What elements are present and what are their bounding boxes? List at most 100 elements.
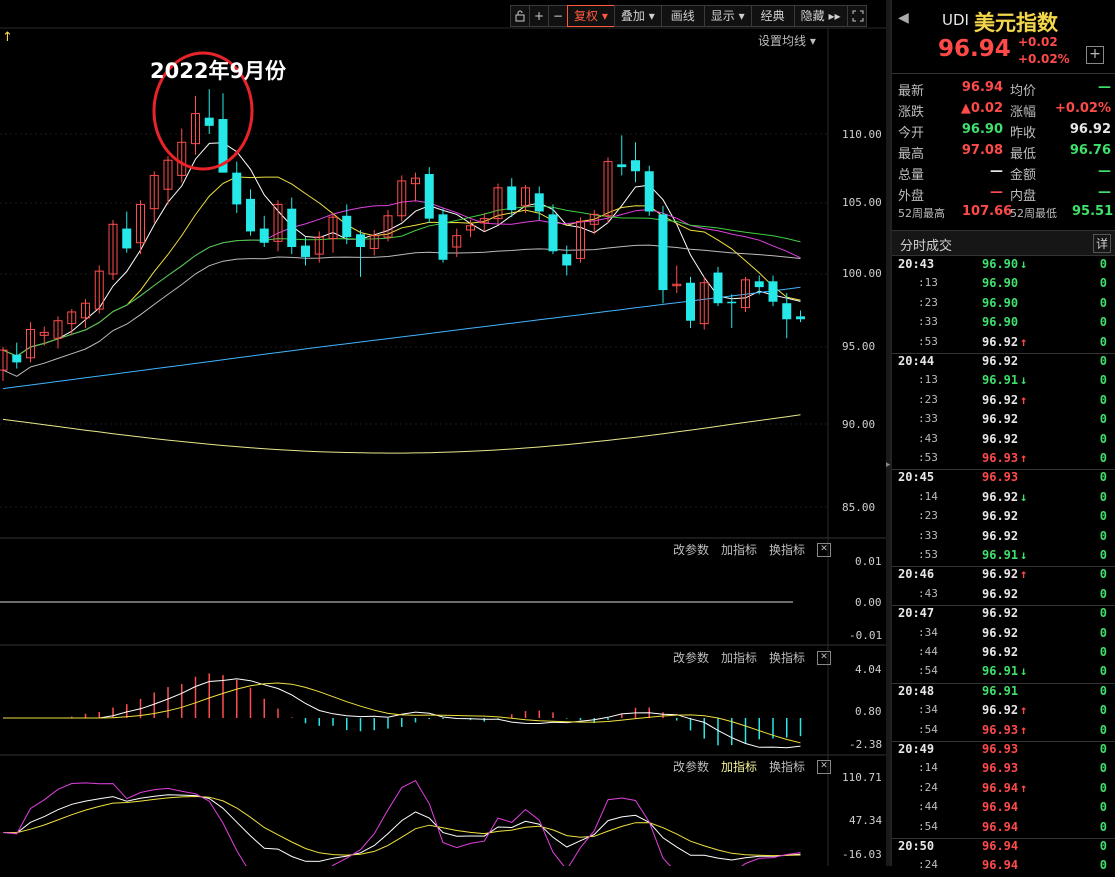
candle-body-down: [658, 214, 668, 291]
tick-volume: 0: [1099, 354, 1107, 368]
tick-volume: 0: [1099, 257, 1107, 271]
tick-price: 96.94: [982, 800, 1019, 815]
tick-time: :13: [918, 373, 938, 387]
overlay-dropdown[interactable]: 叠加 ▾: [613, 5, 662, 27]
ticks-detail-button[interactable]: 详: [1092, 234, 1111, 253]
tick-volume: 0: [1099, 722, 1107, 737]
stat-value: —: [1098, 164, 1111, 179]
tick-price: 96.90: [982, 295, 1019, 310]
tick-time: :23: [918, 295, 938, 309]
panel2-close-icon[interactable]: ✕: [817, 650, 832, 665]
display-dropdown[interactable]: 显示 ▾: [703, 5, 752, 27]
tick-time: 20:46: [898, 567, 935, 582]
tick-row: :34 96.92 ↑ 0: [892, 703, 1115, 722]
tick-price: 96.93: [982, 722, 1019, 737]
draw-line-button[interactable]: 画线: [660, 5, 705, 27]
candle-body-down: [796, 316, 805, 320]
zoom-out-button[interactable]: −: [548, 5, 568, 27]
stat-value: 96.94: [961, 80, 1003, 95]
tick-row: 20:50 96.94 0: [892, 838, 1115, 858]
tick-time: :54: [918, 664, 938, 678]
tick-row: 20:46 96.92 ↑ 0: [892, 566, 1115, 586]
panel2-change-params[interactable]: 改参数: [673, 649, 709, 666]
stat-label: 最高: [898, 147, 925, 162]
main-chart-svg: [0, 27, 888, 866]
panel1-add-indicator[interactable]: 加指标: [721, 541, 757, 558]
prev-symbol-icon[interactable]: ◀: [898, 10, 909, 26]
overlay-label: 叠加: [620, 9, 645, 23]
up-arrow-icon: ↑: [1020, 451, 1028, 465]
candle-body-down: [342, 215, 352, 238]
stat-label: 金额: [1010, 168, 1037, 183]
panel3-add-indicator[interactable]: 加指标: [721, 758, 757, 775]
tick-row: :53 96.93 ↑ 0: [892, 451, 1115, 470]
tick-time: :34: [918, 625, 938, 639]
candle-body-down: [259, 228, 269, 243]
tick-volume: 0: [1099, 392, 1107, 407]
tick-row: :23 96.90 0: [892, 296, 1115, 315]
panel3-switch-indicator[interactable]: 换指标: [769, 758, 805, 775]
expand-icon[interactable]: [846, 5, 867, 27]
tick-volume: 0: [1099, 334, 1107, 349]
panel2-add-indicator[interactable]: 加指标: [721, 649, 757, 666]
candle-body-down: [754, 281, 764, 288]
panel3-change-params[interactable]: 改参数: [673, 758, 709, 775]
tick-time: :43: [918, 586, 938, 600]
stat-value: —: [1098, 185, 1111, 200]
tick-row: 20:49 96.93 0: [892, 741, 1115, 761]
tick-price: 96.94: [982, 819, 1019, 834]
tick-volume: 0: [1099, 703, 1107, 718]
zoom-in-button[interactable]: +: [529, 5, 549, 27]
tick-volume: 0: [1099, 664, 1107, 679]
ticks-title: 分时成交: [900, 239, 953, 254]
tick-price: 96.92: [982, 334, 1019, 349]
down-arrow-icon: ↓: [1020, 548, 1028, 562]
panel3-close-icon[interactable]: ✕: [817, 759, 832, 774]
tick-time: :34: [918, 703, 938, 717]
ma120-line: [2, 286, 801, 390]
panel2-switch-indicator[interactable]: 换指标: [769, 649, 805, 666]
tick-price: 96.92: [982, 703, 1019, 718]
annotation-label: 2022年9月份: [150, 59, 287, 83]
classic-button[interactable]: 经典: [750, 5, 795, 27]
tick-row: 20:47 96.92 0: [892, 605, 1115, 625]
panel1-switch-indicator[interactable]: 换指标: [769, 541, 805, 558]
candle-body-down: [507, 186, 517, 211]
tick-time: 20:50: [898, 839, 935, 853]
tick-time: :54: [918, 819, 938, 833]
panel1-close-icon[interactable]: ✕: [817, 542, 832, 557]
tick-time: :43: [918, 431, 938, 445]
panel1-change-params[interactable]: 改参数: [673, 541, 709, 558]
stat-label: 均价: [1010, 84, 1037, 99]
lock-icon[interactable]: [510, 5, 530, 27]
tick-row: 20:45 96.93 0: [892, 469, 1115, 489]
tick-volume: 0: [1099, 683, 1107, 698]
stat-label: 昨收: [1010, 126, 1037, 141]
tick-volume: 0: [1099, 606, 1107, 621]
tick-row: :24 96.94 0: [892, 858, 1115, 877]
stat-label: 涨跌: [898, 105, 925, 120]
tick-price: 96.91: [982, 548, 1019, 562]
ma-settings-dropdown[interactable]: 设置均线 ▾: [758, 32, 816, 49]
hide-button[interactable]: 隐藏 ▸▸: [793, 5, 848, 27]
add-watchlist-button[interactable]: +: [1086, 46, 1104, 64]
ma20-line: [2, 200, 801, 357]
tick-row: :44 96.92 0: [892, 645, 1115, 664]
tick-price: 96.92: [982, 645, 1019, 659]
tick-row: 20:43 96.90 ↓ 0: [892, 257, 1115, 276]
candle-body-down: [782, 303, 792, 320]
tick-price: 96.90: [982, 315, 1019, 330]
candle-body-down: [204, 117, 214, 126]
tick-price: 96.92: [982, 392, 1019, 407]
stat-value: 97.08: [961, 143, 1003, 158]
kline-chart-area[interactable]: + − 复权 ▾ 叠加 ▾ 画线 显示 ▾ 经典 隐藏 ▸▸ ↑ 设置均线 ▾ …: [0, 0, 888, 866]
tick-time: :53: [918, 334, 938, 348]
stat-label: 今开: [898, 126, 925, 141]
week52-high-value: 107.66: [962, 204, 1013, 219]
down-arrow-icon: ↓: [1020, 257, 1028, 271]
tick-price: 96.93: [982, 742, 1019, 756]
tick-row: :33 96.92 0: [892, 412, 1115, 431]
fuquan-dropdown[interactable]: 复权 ▾: [567, 5, 615, 27]
stat-label: 最低: [1010, 147, 1037, 162]
price-change: +0.02: [1018, 35, 1058, 49]
